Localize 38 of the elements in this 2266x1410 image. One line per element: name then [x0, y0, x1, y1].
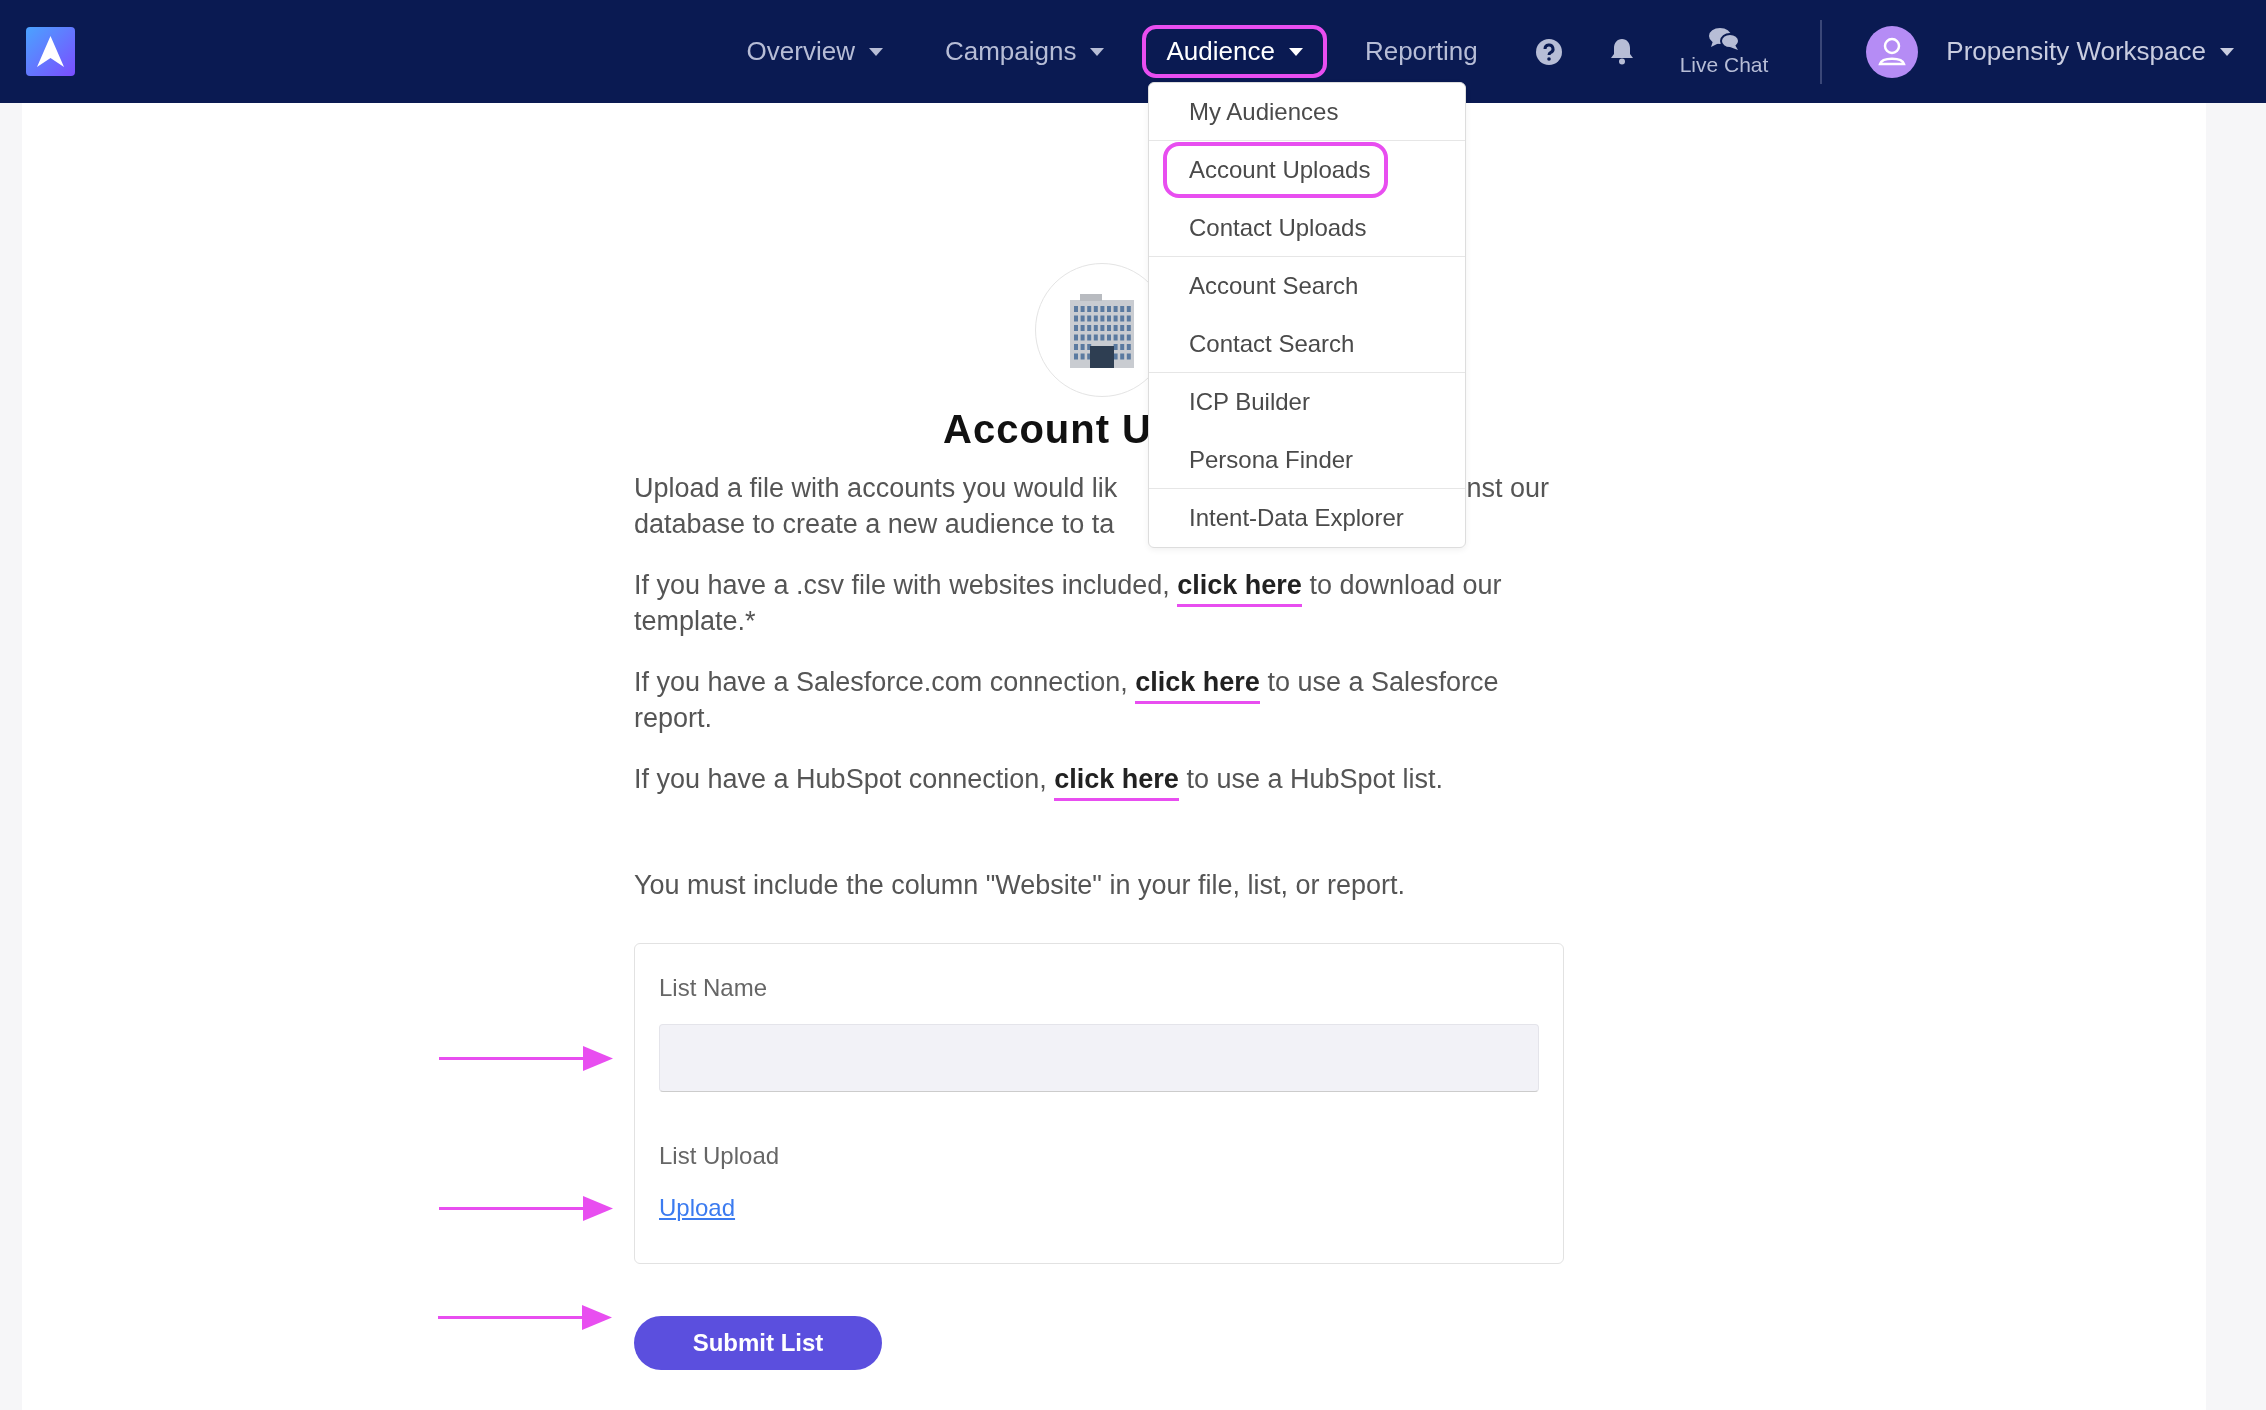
paragraph-text: Upload a file with accounts you would lik — [634, 472, 1118, 505]
upload-link[interactable]: Upload — [659, 1194, 736, 1221]
paragraph-text: If you have a .csv file with websites included, click here to download our template.* — [634, 569, 1503, 638]
submit-list-button[interactable]: Submit List — [634, 1316, 882, 1370]
caret-icon — [1288, 47, 1303, 56]
chat-icon — [1708, 26, 1740, 51]
list-name-field[interactable] — [659, 1024, 1539, 1092]
dropdown-menu-item[interactable]: My Audiences — [1163, 83, 1357, 140]
field-label: List Upload — [659, 1142, 781, 1170]
caret-icon — [2220, 47, 2234, 56]
page-heading: Account U — [943, 407, 1153, 452]
workspace-menu[interactable]: Propensity Workspace — [1946, 36, 2234, 67]
field-label: List Name — [659, 974, 769, 1002]
dropdown-menu-item[interactable]: ICP Builder — [1163, 374, 1328, 430]
nav-menu-item[interactable]: Overview — [722, 25, 907, 78]
paragraph-text: If you have a Salesforce.com connection, click here to use a Salesforce report. — [634, 666, 1500, 735]
click-here-link[interactable]: click here — [1135, 667, 1260, 704]
click-here-link[interactable]: click here — [1177, 570, 1302, 607]
dropdown-menu-item[interactable]: Intent-Data Explorer — [1163, 490, 1422, 546]
nav-menu-item[interactable]: Audience — [1142, 25, 1327, 78]
live-chat-button[interactable]: Live Chat — [1673, 25, 1775, 78]
dropdown-menu-item[interactable]: Contact Search — [1163, 315, 1373, 372]
dropdown-menu-item[interactable]: Account Uploads — [1163, 142, 1389, 198]
click-here-link[interactable]: click here — [1054, 764, 1179, 801]
nav-menu-item[interactable]: Campaigns — [920, 25, 1129, 78]
dropdown-menu-item[interactable]: Contact Uploads — [1163, 199, 1385, 256]
dropdown-menu-item[interactable]: Account Search — [1163, 258, 1377, 314]
nav-menu-item[interactable]: Reporting — [1340, 25, 1502, 78]
bell-icon[interactable] — [1609, 38, 1634, 65]
paragraph-text: database to create a new audience to ta — [634, 509, 1115, 539]
paragraph-text: nst our — [1466, 472, 1549, 505]
avatar-icon[interactable] — [1866, 25, 1919, 78]
caret-icon — [1090, 47, 1105, 56]
dropdown-menu-item[interactable]: Persona Finder — [1163, 431, 1372, 488]
caret-icon — [868, 47, 883, 56]
logo-icon[interactable] — [26, 27, 75, 76]
requirement-note: You must include the column "Website" in your file, list, or report. — [634, 869, 1407, 902]
help-icon[interactable] — [1535, 38, 1562, 65]
